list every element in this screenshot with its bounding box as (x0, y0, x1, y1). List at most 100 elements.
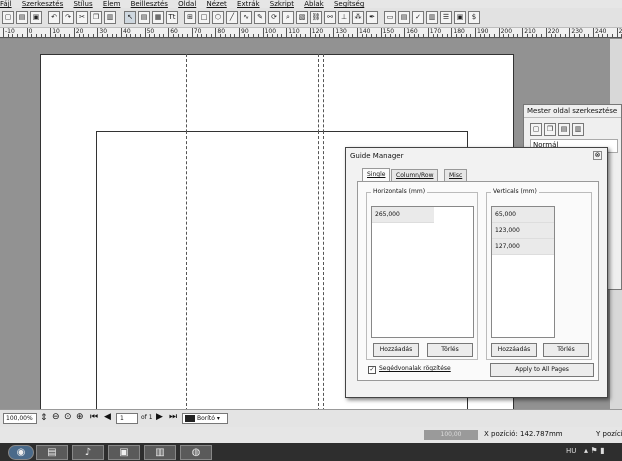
ruler-minor-tick (314, 34, 316, 37)
browser-icon[interactable]: ◍ (180, 445, 212, 460)
shape-icon[interactable]: □ (198, 11, 210, 24)
eyedropper-icon[interactable]: ✒ (366, 11, 378, 24)
menu-script[interactable]: Szkript (270, 0, 294, 8)
add-horizontal-button[interactable]: Hozzáadás (373, 343, 419, 357)
explorer-icon[interactable]: ▤ (36, 445, 68, 460)
cut-icon[interactable]: ✂ (76, 11, 88, 24)
ruler-minor-tick (413, 34, 415, 37)
delete-horizontal-button[interactable]: Törlés (427, 343, 473, 357)
list-item[interactable]: 123,000 (492, 223, 554, 239)
layer-name: Borító (197, 415, 215, 422)
undo-icon[interactable]: ↶ (48, 11, 60, 24)
pdf-text-field-icon[interactable]: ▤ (398, 11, 410, 24)
bezier-icon[interactable]: ∿ (240, 11, 252, 24)
measure-icon[interactable]: ⊥ (338, 11, 350, 24)
link-frames-icon[interactable]: ⛓ (310, 11, 322, 24)
close-icon[interactable]: ⊗ (593, 151, 602, 160)
paste-icon[interactable]: ▥ (104, 11, 116, 24)
image-frame-icon[interactable]: ▦ (152, 11, 164, 24)
ruler-minor-tick (276, 34, 278, 37)
pdf-link-icon[interactable]: $ (468, 11, 480, 24)
add-vertical-button[interactable]: Hozzáadás (491, 343, 537, 357)
ruler-tick (545, 28, 547, 37)
line-icon[interactable]: ╱ (226, 11, 238, 24)
zoom-stepper-icon[interactable]: ⇕ (40, 413, 48, 423)
menu-view[interactable]: Nézet (207, 0, 227, 8)
pdf-checkbox-icon[interactable]: ✓ (412, 11, 424, 24)
last-page-icon[interactable]: ⏭ (169, 412, 177, 422)
ruler-minor-tick (172, 34, 174, 37)
pdf-combobox-icon[interactable]: ▥ (426, 11, 438, 24)
tab-single[interactable]: Single (362, 168, 391, 182)
menu-extras[interactable]: Extrák (237, 0, 260, 8)
pdf-listbox-icon[interactable]: ☰ (440, 11, 452, 24)
zoom-normal-icon[interactable]: ⊙ (64, 412, 72, 422)
layer-select[interactable]: Borító ▾ (182, 413, 228, 424)
copy-icon[interactable]: ❐ (90, 11, 102, 24)
new-master-icon[interactable]: ▢ (530, 123, 542, 136)
language-indicator[interactable]: HU (566, 447, 576, 455)
delete-master-icon[interactable]: ▥ (572, 123, 584, 136)
edit-contents-icon[interactable]: ▧ (296, 11, 308, 24)
zoom-input[interactable]: 100,00% (3, 413, 37, 424)
text-frame-icon[interactable]: ▤ (138, 11, 150, 24)
menu-insert[interactable]: Beillesztés (131, 0, 168, 8)
table-icon[interactable]: ⊞ (184, 11, 196, 24)
first-page-icon[interactable]: ⏮ (90, 412, 98, 422)
start-icon[interactable]: ◉ (8, 445, 34, 460)
lock-guides-label: Segédvonalak rögzítése (379, 365, 451, 372)
menu-help[interactable]: Segítség (334, 0, 364, 8)
tray-icons[interactable]: ▴ ⚑ ▮ (584, 446, 605, 455)
app-window-icon[interactable]: ▥ (144, 445, 176, 460)
list-item[interactable]: 127,000 (492, 239, 554, 255)
duplicate-master-icon[interactable]: ❐ (544, 123, 556, 136)
open-icon[interactable]: ▤ (16, 11, 28, 24)
unlink-frames-icon[interactable]: ⚯ (324, 11, 336, 24)
media-icon[interactable]: ♪ (72, 445, 104, 460)
copy-properties-icon[interactable]: ⁂ (352, 11, 364, 24)
redo-icon[interactable]: ↷ (62, 11, 74, 24)
menu-window[interactable]: Ablak (304, 0, 324, 8)
select-icon[interactable]: ↖ (124, 11, 136, 24)
previous-page-icon[interactable]: ◀ (104, 412, 111, 422)
rotate-icon[interactable]: ⟳ (268, 11, 280, 24)
menu-page[interactable]: Oldal (178, 0, 196, 8)
panel-title: Mester oldal szerkesztése (524, 105, 621, 118)
layer-color-swatch (185, 415, 195, 422)
next-page-icon[interactable]: ▶ (156, 412, 163, 422)
list-item[interactable]: 265,000 (372, 207, 434, 223)
page-number-input[interactable]: 1 (116, 413, 138, 424)
list-item[interactable]: 65,000 (492, 207, 554, 223)
menu-edit[interactable]: Szerkesztés (22, 0, 63, 8)
ruler-tick (168, 28, 170, 37)
new-document-icon[interactable]: ▢ (2, 11, 14, 24)
lock-guides-checkbox[interactable]: ✓ (368, 366, 376, 374)
vertical-guide (318, 131, 319, 411)
zoom-icon[interactable]: ⌕ (282, 11, 294, 24)
ruler-minor-tick (102, 34, 104, 37)
save-disk-icon[interactable]: ▣ (108, 445, 140, 460)
import-master-icon[interactable]: ▤ (558, 123, 570, 136)
verticals-list[interactable]: 65,000 123,000 127,000 (491, 206, 555, 338)
zoom-out-icon[interactable]: ⊖ (52, 412, 60, 422)
ruler-minor-tick (17, 34, 19, 37)
ruler-tick (427, 28, 429, 37)
ruler-minor-tick (460, 34, 462, 37)
ruler-minor-tick (92, 34, 94, 37)
freehand-icon[interactable]: ✎ (254, 11, 266, 24)
ruler-label: 150 (382, 28, 395, 35)
delete-vertical-button[interactable]: Törlés (543, 343, 589, 357)
save-icon[interactable]: ▣ (30, 11, 42, 24)
menu-style[interactable]: Stílus (73, 0, 92, 8)
horizontals-list[interactable]: 265,000 (371, 206, 474, 338)
pdf-button-icon[interactable]: ▭ (384, 11, 396, 24)
ruler-minor-tick (106, 34, 108, 37)
zoom-in-icon[interactable]: ⊕ (76, 412, 84, 422)
apply-to-all-pages-button[interactable]: Apply to All Pages (490, 363, 594, 377)
text-tool-icon[interactable]: Tt (166, 11, 178, 24)
pdf-annotation-icon[interactable]: ▣ (454, 11, 466, 24)
menu-file[interactable]: Fájl (0, 0, 12, 8)
menu-item[interactable]: Elem (103, 0, 121, 8)
polygon-icon[interactable]: ⬡ (212, 11, 224, 24)
ruler-minor-tick (446, 34, 448, 37)
